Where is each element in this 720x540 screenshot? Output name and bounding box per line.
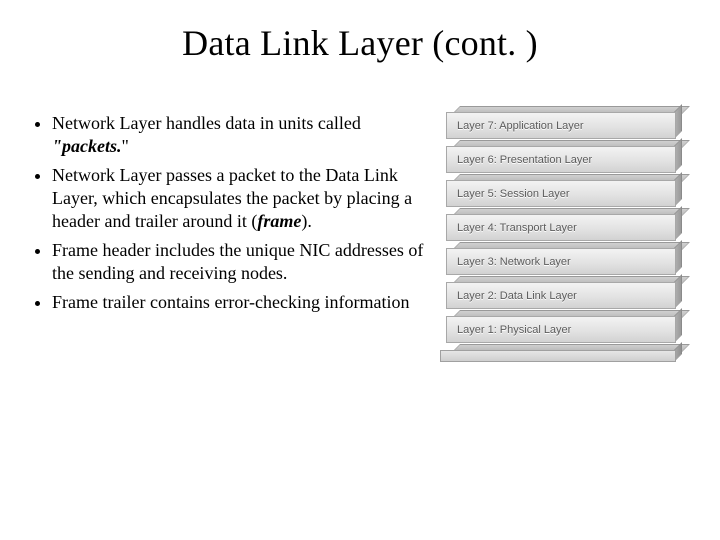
osi-layer-6: Layer 6: Presentation Layer <box>446 146 676 173</box>
bullet-list: Network Layer handles data in units call… <box>0 112 440 362</box>
block-front-face <box>440 350 676 362</box>
bullet-emphasis: "packets. <box>52 136 121 156</box>
osi-diagram: Layer 7: Application Layer Layer 6: Pres… <box>440 112 680 362</box>
bullet-text: " <box>121 136 128 156</box>
osi-stack: Layer 7: Application Layer Layer 6: Pres… <box>446 112 676 362</box>
osi-layer-label: Layer 3: Network Layer <box>446 248 676 275</box>
osi-layer-3: Layer 3: Network Layer <box>446 248 676 275</box>
osi-layer-4: Layer 4: Transport Layer <box>446 214 676 241</box>
bullet-text: ). <box>301 211 312 231</box>
osi-layer-label: Layer 2: Data Link Layer <box>446 282 676 309</box>
osi-layer-label: Layer 4: Transport Layer <box>446 214 676 241</box>
bullet-text: Network Layer passes a packet to the Dat… <box>52 165 412 231</box>
osi-layer-7: Layer 7: Application Layer <box>446 112 676 139</box>
list-item: Network Layer passes a packet to the Dat… <box>52 164 440 233</box>
osi-layer-label: Layer 5: Session Layer <box>446 180 676 207</box>
list-item: Frame header includes the unique NIC add… <box>52 239 440 285</box>
osi-layer-label: Layer 1: Physical Layer <box>446 316 676 343</box>
list-item: Network Layer handles data in units call… <box>52 112 440 158</box>
slide-title: Data Link Layer (cont. ) <box>0 0 720 64</box>
slide: Data Link Layer (cont. ) Network Layer h… <box>0 0 720 540</box>
bullet-text: Frame trailer contains error-checking in… <box>52 292 410 312</box>
osi-layer-label: Layer 7: Application Layer <box>446 112 676 139</box>
bullet-text: Network Layer handles data in units call… <box>52 113 361 133</box>
osi-layer-5: Layer 5: Session Layer <box>446 180 676 207</box>
bullet-text: Frame header includes the unique NIC add… <box>52 240 423 283</box>
slide-body: Network Layer handles data in units call… <box>0 64 720 362</box>
list-item: Frame trailer contains error-checking in… <box>52 291 440 314</box>
osi-layer-label: Layer 6: Presentation Layer <box>446 146 676 173</box>
osi-pedestal <box>446 350 676 362</box>
osi-layer-2: Layer 2: Data Link Layer <box>446 282 676 309</box>
bullet-emphasis: frame <box>257 211 301 231</box>
osi-layer-1: Layer 1: Physical Layer <box>446 316 676 343</box>
